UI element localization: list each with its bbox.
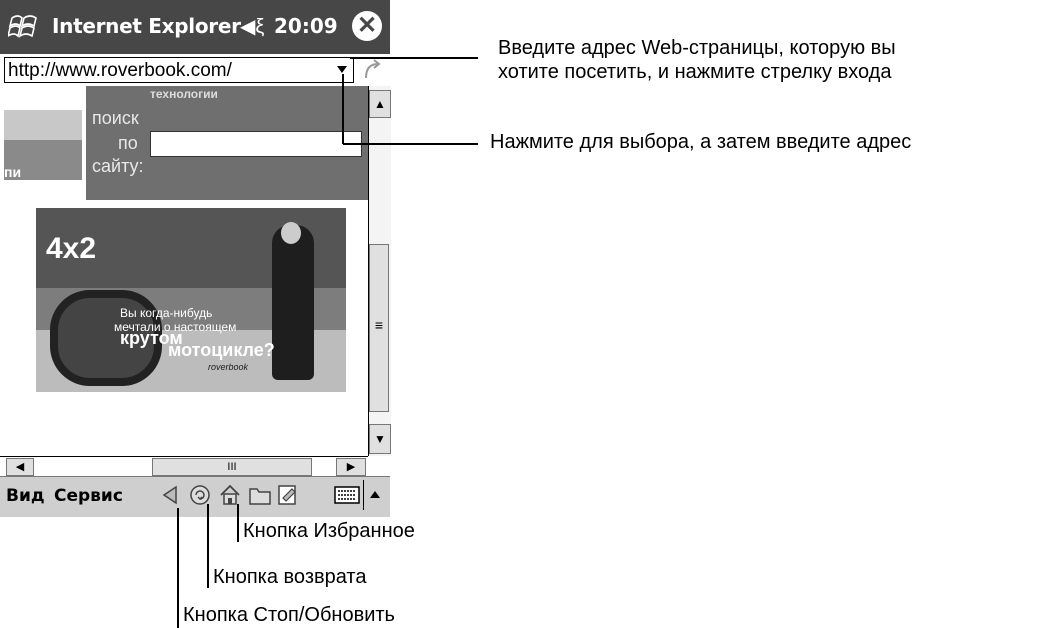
search-label-line2: по	[118, 133, 138, 153]
app-title: Internet Explorer	[52, 14, 241, 38]
annotation-address-line1: Введите адрес Web-страницы, которую вы	[498, 37, 896, 59]
header-image-top	[4, 110, 82, 140]
favorites-icon[interactable]	[248, 484, 272, 506]
scroll-left-button[interactable]: ◀	[6, 458, 34, 476]
banner-slogan-4: мотоцикле?	[168, 340, 275, 360]
businessman-head	[281, 222, 301, 244]
scroll-up-button[interactable]: ▲	[369, 90, 391, 118]
go-arrow-icon[interactable]	[360, 58, 382, 82]
annotation-address-line2: хотите посетить, и нажмите стрелку входа	[498, 61, 892, 83]
menu-tools[interactable]: Сервис	[54, 486, 123, 506]
scroll-corner	[368, 456, 390, 476]
speaker-icon[interactable]: ◀︎ξ	[240, 14, 264, 39]
edit-icon[interactable]	[276, 482, 300, 508]
leader-line-stop-refresh	[177, 508, 179, 628]
annotation-home: Кнопка возврата	[213, 566, 367, 588]
back-icon[interactable]	[160, 484, 180, 506]
leader-line-dropdown-v	[342, 74, 344, 144]
windows-start-icon[interactable]	[8, 12, 40, 42]
keyboard-icon[interactable]	[334, 486, 360, 504]
scroll-right-button[interactable]: ▶	[336, 458, 366, 476]
vertical-scroll-thumb[interactable]: ≡	[369, 244, 389, 412]
annotation-dropdown: Нажмите для выбора, а затем введите адре…	[490, 131, 912, 153]
leader-line-home	[207, 504, 209, 588]
header-side-text: пи	[4, 164, 22, 180]
leader-line-dropdown-h	[343, 143, 478, 145]
search-label-line1: поиск	[92, 108, 139, 128]
address-input[interactable]: http://www.roverbook.com/	[4, 57, 354, 83]
input-panel-arrow-icon[interactable]	[368, 488, 382, 500]
site-search-input[interactable]	[150, 131, 362, 157]
banner-slogan-1: Вы когда-нибудь	[120, 306, 213, 320]
banner-brand: roverbook	[208, 362, 249, 372]
annotation-favorites: Кнопка Избранное	[243, 520, 415, 542]
horizontal-scroll-thumb[interactable]: III	[152, 458, 312, 476]
annotation-stop-refresh: Кнопка Стоп/Обновить	[183, 604, 395, 626]
header-text: технологии	[150, 87, 218, 101]
banner-title: 4x2	[46, 232, 97, 265]
businessman-image	[272, 225, 314, 380]
keyboard-separator	[363, 480, 364, 510]
leader-line-address	[350, 57, 478, 59]
close-icon[interactable]: ✕	[352, 11, 382, 41]
clock[interactable]: 20:09	[274, 14, 338, 38]
menu-view[interactable]: Вид	[6, 486, 45, 506]
search-label-line3: сайту:	[92, 156, 144, 176]
leader-line-favorites	[237, 504, 239, 542]
scroll-down-button[interactable]: ▼	[369, 424, 391, 454]
